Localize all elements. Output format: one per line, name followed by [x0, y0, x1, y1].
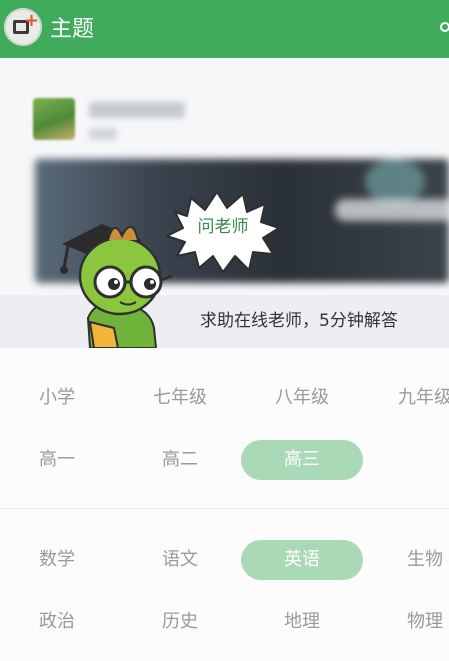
subject-option[interactable]: 政治 [0, 602, 118, 642]
banner-highlight [335, 199, 449, 221]
subject-option[interactable]: 地理 [241, 602, 363, 642]
search-icon[interactable] [440, 22, 449, 32]
add-post-icon[interactable]: + [4, 8, 42, 46]
grade-option[interactable]: 八年级 [241, 378, 363, 418]
mascot-icon [60, 224, 173, 349]
blurred-subtitle [89, 128, 117, 140]
grade-option[interactable]: 高一 [0, 440, 118, 480]
filter-panel: 小学 七年级 八年级 九年级高一 高二 高三 数学 语文 英语 生物政治 历史 地理 物理 [0, 348, 449, 661]
subject-option[interactable]: 物理 [364, 602, 449, 642]
banner-shape [365, 159, 425, 204]
subject-option[interactable]: 数学 [0, 540, 118, 580]
grade-option[interactable]: 高三 [241, 440, 363, 480]
subject-option[interactable]: 语文 [119, 540, 241, 580]
grade-option[interactable]: 九年级 [364, 378, 449, 418]
app-bar: + 主题 [0, 0, 449, 58]
divider [0, 508, 449, 509]
grade-option[interactable]: 七年级 [119, 378, 241, 418]
plus-icon: + [24, 10, 40, 31]
avatar [33, 98, 75, 140]
grade-option[interactable]: 高二 [119, 440, 241, 480]
subject-option[interactable]: 英语 [241, 540, 363, 580]
blurred-username [89, 102, 185, 118]
page-title: 主题 [50, 17, 95, 42]
subject-option[interactable]: 生物 [364, 540, 449, 580]
ask-teacher-text: 求助在线老师，5分钟解答 [200, 311, 398, 331]
subject-option[interactable]: 历史 [119, 602, 241, 642]
grade-option[interactable]: 小学 [0, 378, 118, 418]
